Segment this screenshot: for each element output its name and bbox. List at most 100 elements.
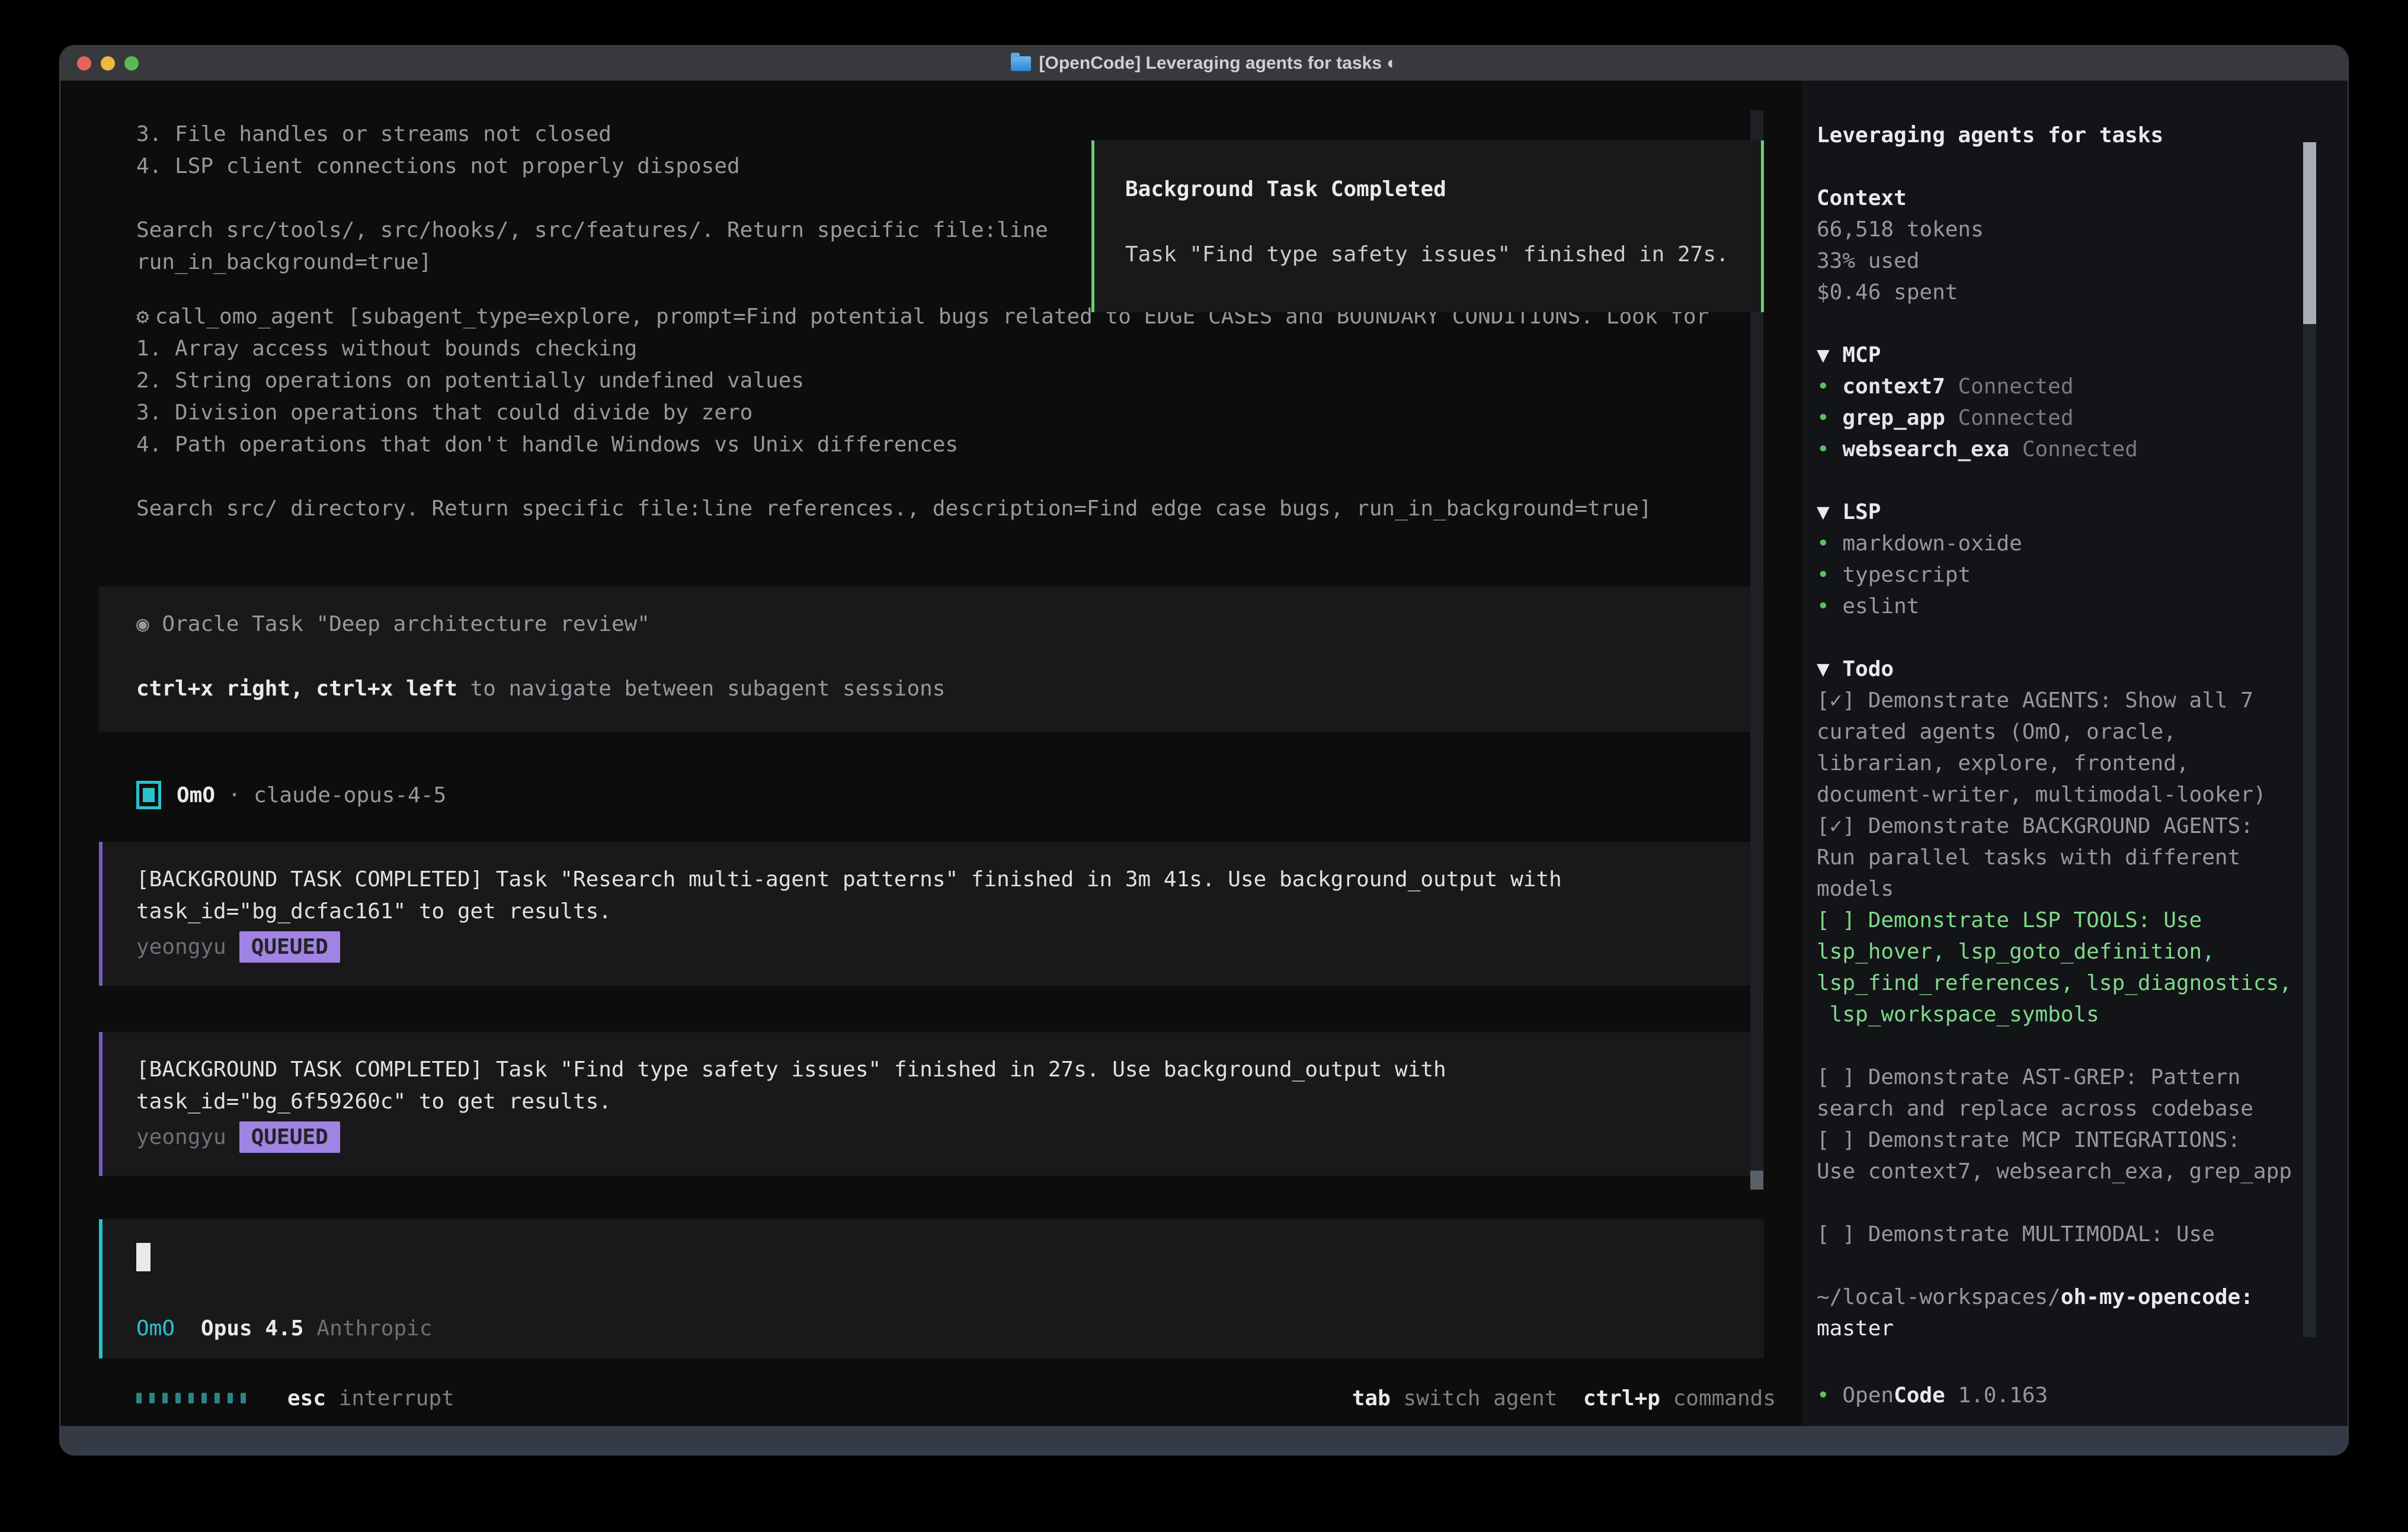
message-user: yeongyu (136, 1125, 226, 1149)
workspace-repo: oh-my-opencode: (2061, 1285, 2253, 1309)
oracle-navigation-hint: ctrl+x right, ctrl+x left to navigate be… (136, 677, 945, 701)
todo-pending-items: [ ] Demonstrate AST-GREP: Pattern search… (1817, 1062, 2336, 1187)
workspace-path: ~/local-workspaces/oh-my-opencode: (1817, 1281, 2336, 1313)
todo-active-item: [ ] Demonstrate LSP TOOLS: Use lsp_hover… (1817, 905, 2336, 1030)
main-scrollbar-thumb[interactable] (1750, 1171, 1763, 1190)
todo-done-items: [✓] Demonstrate AGENTS: Show all 7 curat… (1817, 685, 2336, 905)
mcp-name: websearch_exa (1842, 437, 2009, 461)
record-bullet-icon: ◉ (136, 612, 149, 636)
terminal-scrollback-text: 3. File handles or streams not closed 4.… (136, 118, 1048, 278)
sidebar-scrollbar-track[interactable] (2303, 142, 2316, 1337)
bullet-icon: • (1817, 594, 1830, 618)
active-agent-label[interactable]: OmO (136, 1316, 175, 1341)
mcp-status: Connected (2009, 437, 2138, 461)
status-bar: esc interrupt tab switch agent ctrl+p co… (136, 1382, 1776, 1414)
sidebar-scrollbar-thumb[interactable] (2303, 142, 2316, 324)
todo-section-header[interactable]: ▼ Todo (1817, 653, 2336, 685)
message-user: yeongyu (136, 935, 226, 959)
agent-separator: · (215, 783, 254, 807)
mcp-item: • context7 Connected (1817, 371, 2336, 402)
message-line-1: [BACKGROUND TASK COMPLETED] Task "Resear… (136, 867, 1562, 892)
context-heading: Context (1817, 182, 2336, 214)
lsp-item: • markdown-oxide (1817, 528, 2336, 559)
busy-spinner-icon (136, 1393, 246, 1403)
mcp-section-header[interactable]: ▼ MCP (1817, 339, 2336, 371)
mcp-name: context7 (1842, 374, 1945, 399)
agent-model: claude-opus-4-5 (254, 783, 446, 807)
window-title: [OpenCode] Leveraging agents for tasks ◐ (1039, 53, 1398, 73)
session-title: Leveraging agents for tasks (1817, 120, 2336, 151)
notification-body: Task "Find type safety issues" finished … (1125, 242, 1729, 267)
queued-status-badge: QUEUED (239, 931, 340, 963)
window-bottom-frame (60, 1426, 2348, 1456)
lsp-name: markdown-oxide (1842, 531, 2022, 556)
lsp-section-header[interactable]: ▼ LSP (1817, 496, 2336, 528)
brand-dim: Open (1842, 1383, 1894, 1408)
traffic-lights (77, 56, 139, 70)
tab-key-hint: tab (1352, 1386, 1391, 1411)
bullet-icon: • (1817, 437, 1830, 461)
hint-text: to navigate between subagent sessions (457, 677, 946, 701)
mcp-status: Connected (1945, 406, 2074, 430)
window-title-group: [OpenCode] Leveraging agents for tasks ◐ (1011, 53, 1398, 73)
bullet-icon: • (1817, 563, 1830, 587)
session-sidebar: Leveraging agents for tasks Context 66,5… (1802, 81, 2349, 1426)
workspace-dir: ~/local-workspaces/ (1817, 1285, 2061, 1309)
provider-label: Anthropic (316, 1316, 432, 1341)
message-line-2: task_id="bg_6f59260c" to get results. (136, 1089, 611, 1114)
background-task-message: [BACKGROUND TASK COMPLETED] Task "Resear… (99, 842, 1764, 986)
lsp-name: eslint (1842, 594, 1919, 618)
lsp-item: • eslint (1817, 591, 2336, 622)
omo-agent-icon (136, 781, 161, 809)
gear-icon: ⚙ (136, 305, 149, 329)
tool-call-body-text: 1. Array access without bounds checking … (136, 333, 1652, 525)
message-line-2: task_id="bg_dcfac161" to get results. (136, 899, 611, 924)
ctrlp-key-label: commands (1660, 1386, 1776, 1411)
queued-status-badge: QUEUED (239, 1121, 340, 1153)
status-bar-right: tab switch agent ctrl+p commands (1352, 1386, 1776, 1411)
subagent-session-row[interactable]: OmO · claude-opus-4-5 (136, 778, 446, 812)
agent-name: OmO (177, 783, 215, 807)
context-used: 33% used (1817, 245, 2336, 277)
bullet-icon: • (1817, 374, 1830, 399)
oracle-task-title-text: Oracle Task "Deep architecture review" (149, 612, 650, 636)
todo-pending-items: [ ] Demonstrate MULTIMODAL: Use (1817, 1219, 2336, 1250)
titlebar: [OpenCode] Leveraging agents for tasks ◐ (60, 46, 2348, 81)
mcp-item: • grep_app Connected (1817, 402, 2336, 434)
workspace-branch: master (1817, 1313, 2336, 1344)
lsp-item: • typescript (1817, 559, 2336, 591)
folder-icon (1011, 56, 1031, 71)
mcp-name: grep_app (1842, 406, 1945, 430)
app-window: [OpenCode] Leveraging agents for tasks ◐… (59, 45, 2349, 1456)
oracle-task-title: ◉ Oracle Task "Deep architecture review" (136, 612, 650, 636)
bullet-icon: • (1817, 531, 1830, 556)
context-spent: $0.46 spent (1817, 277, 2336, 308)
hint-keys: ctrl+x right, ctrl+x left (136, 677, 457, 701)
esc-key-label: interrupt (326, 1386, 454, 1411)
background-task-message: [BACKGROUND TASK COMPLETED] Task "Find t… (99, 1032, 1764, 1176)
terminal-main-pane[interactable]: 3. File handles or streams not closed 4.… (60, 81, 1802, 1426)
text-cursor (136, 1243, 150, 1271)
bullet-icon: • (1817, 406, 1830, 430)
active-model-label[interactable]: Opus 4.5 (201, 1316, 303, 1341)
esc-key-hint: esc (287, 1386, 326, 1411)
mcp-item: • websearch_exa Connected (1817, 434, 2336, 465)
oracle-task-panel: ◉ Oracle Task "Deep architecture review"… (99, 586, 1764, 732)
input-footer: OmO Opus 4.5 Anthropic (136, 1316, 433, 1341)
context-tokens: 66,518 tokens (1817, 214, 2336, 245)
ctrlp-key-hint: ctrl+p (1558, 1386, 1660, 1411)
mcp-status: Connected (1945, 374, 2074, 399)
opencode-version-row: • OpenCode 1.0.163 (1817, 1380, 2336, 1411)
prompt-input[interactable]: OmO Opus 4.5 Anthropic (99, 1219, 1764, 1358)
tab-key-label: switch agent (1391, 1386, 1558, 1411)
lsp-name: typescript (1842, 563, 1971, 587)
minimize-window-button[interactable] (101, 56, 115, 70)
message-line-1: [BACKGROUND TASK COMPLETED] Task "Find t… (136, 1057, 1446, 1082)
version-number: 1.0.163 (1945, 1383, 2048, 1408)
maximize-window-button[interactable] (124, 56, 139, 70)
background-task-notification: Background Task Completed Task "Find typ… (1091, 140, 1764, 312)
notification-title: Background Task Completed (1125, 177, 1446, 201)
brand-bright: Code (1894, 1383, 1945, 1408)
bullet-icon: • (1817, 1383, 1842, 1408)
close-window-button[interactable] (77, 56, 91, 70)
